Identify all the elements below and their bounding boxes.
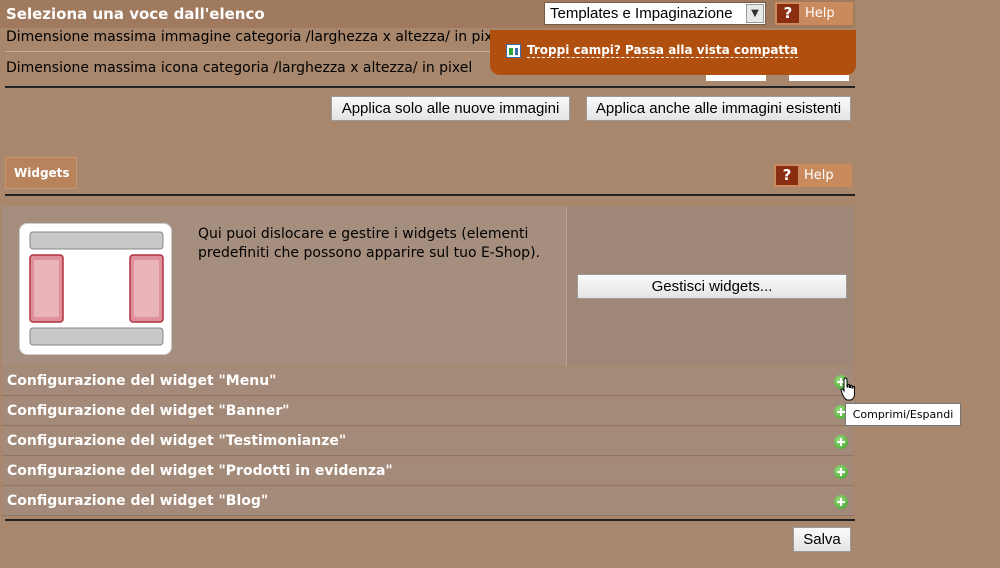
accordion-title: Configurazione del widget "Prodotti in e… xyxy=(7,463,393,479)
accordion-title: Configurazione del widget "Testimonianze… xyxy=(7,433,347,449)
hand-cursor-icon xyxy=(840,377,855,401)
section-select-value: Templates e Impaginazione xyxy=(550,5,733,22)
help-label: Help xyxy=(805,6,835,21)
help-button-widgets[interactable]: ? Help xyxy=(774,164,852,187)
widgets-tab-label: Widgets xyxy=(14,166,70,180)
accordion-item-testimonianze[interactable]: Configurazione del widget "Testimonianze… xyxy=(2,427,854,456)
divider xyxy=(5,86,855,88)
compact-view-link[interactable]: Troppi campi? Passa alla vista compatta xyxy=(527,43,798,58)
save-button[interactable]: Salva xyxy=(793,527,851,552)
tooltip: Comprimi/Espandi xyxy=(845,403,961,426)
accordion-item-banner[interactable]: Configurazione del widget "Banner" xyxy=(2,397,854,426)
expand-icon[interactable] xyxy=(834,465,848,479)
accordion-title: Configurazione del widget "Menu" xyxy=(7,373,277,389)
widgets-description: Qui puoi dislocare e gestire i widgets (… xyxy=(198,226,540,261)
chevron-down-icon[interactable]: ▼ xyxy=(746,4,764,23)
accordion-item-prodotti-in-evidenza[interactable]: Configurazione del widget "Prodotti in e… xyxy=(2,457,854,486)
section-header: Seleziona una voce dall'elenco Templates… xyxy=(0,0,855,28)
apply-new-images-button[interactable]: Applica solo alle nuove immagini xyxy=(331,96,570,121)
section-title: Seleziona una voce dall'elenco xyxy=(6,5,265,23)
section-select[interactable]: Templates e Impaginazione ▼ xyxy=(544,2,766,25)
accordion-item-blog[interactable]: Configurazione del widget "Blog" xyxy=(2,487,854,516)
icon-size-label: Dimensione massima icona categoria /larg… xyxy=(6,60,473,76)
compact-view-popup: Troppi campi? Passa alla vista compatta xyxy=(490,30,856,75)
main-content: Seleziona una voce dall'elenco Templates… xyxy=(0,0,855,568)
icon-height-field[interactable] xyxy=(789,75,849,81)
divider xyxy=(5,194,855,196)
compact-view-icon xyxy=(506,44,521,58)
divider xyxy=(5,519,855,521)
help-label: Help xyxy=(804,168,834,183)
accordion-title: Configurazione del widget "Blog" xyxy=(7,493,269,509)
icon-width-field[interactable] xyxy=(706,75,766,81)
accordion-title: Configurazione del widget "Banner" xyxy=(7,403,290,419)
expand-icon[interactable] xyxy=(834,495,848,509)
widgets-panel: Qui puoi dislocare e gestire i widgets (… xyxy=(2,206,854,366)
widget-layout-icon xyxy=(19,223,172,355)
question-icon: ? xyxy=(776,166,798,185)
widgets-panel-actions: Gestisci widgets... xyxy=(566,206,854,366)
help-button-top[interactable]: ? Help xyxy=(775,2,853,25)
widgets-section-tab: Widgets xyxy=(5,157,77,189)
apply-existing-images-button[interactable]: Applica anche alle immagini esistenti xyxy=(586,96,851,121)
expand-icon[interactable] xyxy=(834,435,848,449)
accordion-item-menu[interactable]: Configurazione del widget "Menu" xyxy=(2,367,854,396)
manage-widgets-button[interactable]: Gestisci widgets... xyxy=(577,274,847,299)
question-icon: ? xyxy=(777,4,799,23)
image-size-label: Dimensione massima immagine categoria /l… xyxy=(6,29,505,45)
